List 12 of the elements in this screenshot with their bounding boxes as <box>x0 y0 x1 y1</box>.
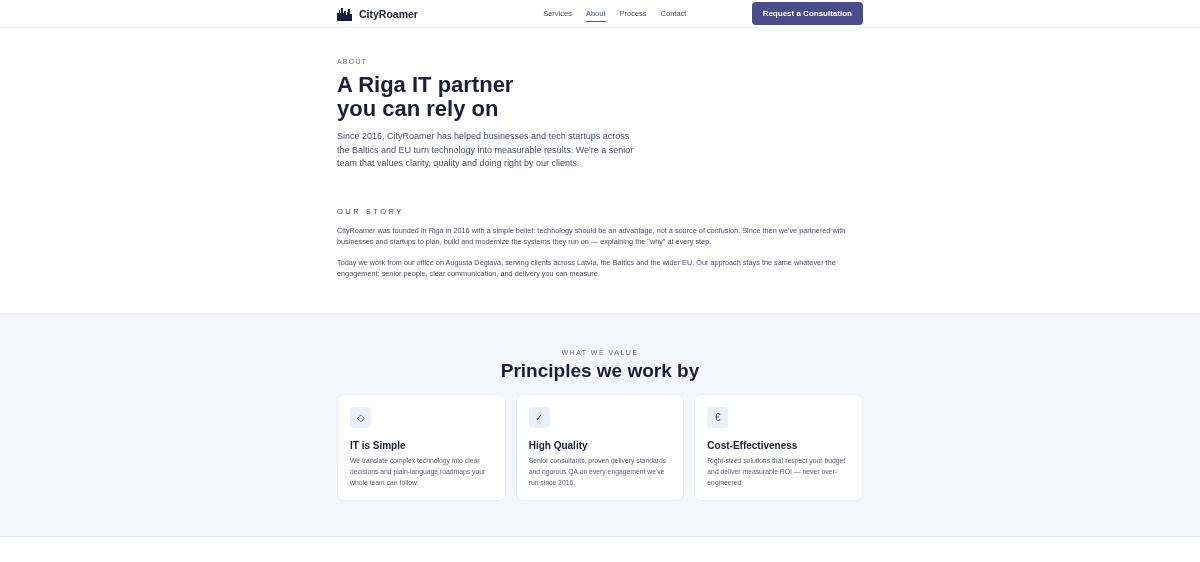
value-icon: ◇ <box>350 406 371 428</box>
value-icon: € <box>707 406 729 428</box>
card-title: Cost-Effectiveness <box>707 439 799 451</box>
skyline-logo-icon <box>337 6 354 21</box>
consultation-button[interactable]: Request a Consultation <box>751 2 863 25</box>
brand-name: CityRoamer <box>359 7 418 20</box>
intro-paragraph: Since 2016, CityRoamer has helped businesses and tech startups across the Baltics and EU turn technology into measurable results. We're a senior team that values clarity, quality and doing right by our clients. <box>337 130 635 170</box>
page-heading: A Riga IT partner you can rely on <box>337 73 515 121</box>
value-icon: ✓ <box>528 406 550 428</box>
card-title: IT is Simple <box>350 439 407 451</box>
card-title: High Quality <box>528 439 589 451</box>
section-title: Principles we work by <box>499 359 701 382</box>
